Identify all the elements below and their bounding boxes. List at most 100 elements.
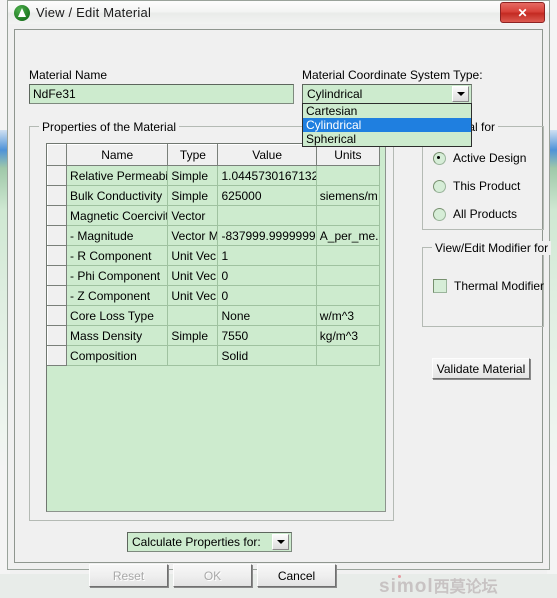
table-column-header-type[interactable]: Type: [168, 145, 218, 166]
cell-type[interactable]: [168, 306, 218, 326]
cell-name[interactable]: - Magnitude: [67, 226, 168, 246]
reset-button[interactable]: Reset: [89, 564, 168, 587]
properties-table-container[interactable]: NameTypeValueUnits Relative Permeabi...S…: [46, 143, 386, 512]
properties-group-title: Properties of the Material: [39, 120, 179, 134]
cell-units[interactable]: [316, 266, 379, 286]
radio-option-all-products[interactable]: All Products: [433, 207, 517, 221]
table-column-header-value[interactable]: Value: [218, 145, 316, 166]
chevron-down-icon-calculate[interactable]: [272, 534, 289, 550]
calculate-properties-combobox[interactable]: Calculate Properties for:: [127, 532, 292, 552]
row-selector-cell[interactable]: [48, 346, 67, 366]
radio-icon-this-product[interactable]: [433, 180, 446, 193]
ok-button[interactable]: OK: [173, 564, 252, 587]
cell-units[interactable]: siemens/m: [316, 186, 379, 206]
coordinate-system-type-combobox[interactable]: Cylindrical: [302, 84, 472, 104]
cell-type[interactable]: Vector M...: [168, 226, 218, 246]
table-row[interactable]: - Phi ComponentUnit Vec...0: [48, 266, 380, 286]
coordinate-system-type-label: Material Coordinate System Type:: [302, 68, 483, 82]
cell-units[interactable]: [316, 286, 379, 306]
cell-units[interactable]: [316, 166, 379, 186]
cell-name[interactable]: Core Loss Type: [67, 306, 168, 326]
cell-units[interactable]: w/m^3: [316, 306, 379, 326]
cell-type[interactable]: Simple: [168, 166, 218, 186]
row-selector-cell[interactable]: [48, 186, 67, 206]
cell-type[interactable]: Simple: [168, 186, 218, 206]
row-selector-cell[interactable]: [48, 206, 67, 226]
cell-type[interactable]: Simple: [168, 326, 218, 346]
cell-type[interactable]: Vector: [168, 206, 218, 226]
cell-units[interactable]: [316, 206, 379, 226]
cell-units[interactable]: [316, 346, 379, 366]
row-selector-cell[interactable]: [48, 326, 67, 346]
row-selector-cell[interactable]: [48, 306, 67, 326]
material-name-input[interactable]: [29, 84, 294, 104]
cell-name[interactable]: Bulk Conductivity: [67, 186, 168, 206]
radio-label-all-products: All Products: [453, 207, 517, 221]
row-selector-cell[interactable]: [48, 246, 67, 266]
table-row[interactable]: - Z ComponentUnit Vec...0: [48, 286, 380, 306]
row-selector-cell[interactable]: [48, 226, 67, 246]
forum-watermark: simol西莫论坛: [379, 573, 498, 598]
cell-type[interactable]: Unit Vec...: [168, 246, 218, 266]
cell-type[interactable]: Unit Vec...: [168, 266, 218, 286]
table-header-row: NameTypeValueUnits: [48, 145, 380, 166]
checkbox-thermal-modifier[interactable]: Thermal Modifier: [433, 279, 544, 293]
radio-option-active-design[interactable]: Active Design: [433, 151, 526, 165]
table-row[interactable]: Bulk ConductivitySimple625000siemens/m: [48, 186, 380, 206]
coordinate-system-type-value: Cylindrical: [303, 87, 452, 101]
checkbox-label-thermal-modifier: Thermal Modifier: [454, 279, 544, 293]
cell-type[interactable]: Unit Vec...: [168, 286, 218, 306]
row-selector-cell[interactable]: [48, 166, 67, 186]
table-row[interactable]: Mass DensitySimple7550kg/m^3: [48, 326, 380, 346]
cell-value[interactable]: 625000: [218, 186, 316, 206]
dropdown-option-cylindrical[interactable]: Cylindrical: [303, 118, 471, 132]
cell-name[interactable]: Mass Density: [67, 326, 168, 346]
cell-type[interactable]: [168, 346, 218, 366]
radio-icon-all-products[interactable]: [433, 208, 446, 221]
table-corner-cell[interactable]: [48, 145, 67, 166]
cell-value[interactable]: [218, 206, 316, 226]
dropdown-option-spherical[interactable]: Spherical: [303, 132, 471, 146]
cell-value[interactable]: 7550: [218, 326, 316, 346]
cell-name[interactable]: - R Component: [67, 246, 168, 266]
table-row[interactable]: Core Loss Type Nonew/m^3: [48, 306, 380, 326]
table-row[interactable]: - MagnitudeVector M...-837999.9999999...…: [48, 226, 380, 246]
title-bar[interactable]: View / Edit Material ✕: [8, 1, 549, 24]
cell-value[interactable]: 1: [218, 246, 316, 266]
cell-units[interactable]: A_per_me...: [316, 226, 379, 246]
cell-value[interactable]: Solid: [218, 346, 316, 366]
coordinate-system-type-dropdown-list[interactable]: CartesianCylindricalSpherical: [302, 103, 472, 147]
cell-value[interactable]: 0: [218, 266, 316, 286]
radio-option-this-product[interactable]: This Product: [433, 179, 520, 193]
cell-name[interactable]: - Phi Component: [67, 266, 168, 286]
cell-value[interactable]: 0: [218, 286, 316, 306]
window-title: View / Edit Material: [36, 5, 151, 20]
row-selector-cell[interactable]: [48, 286, 67, 306]
cell-value[interactable]: 1.0445730167132: [218, 166, 316, 186]
table-row[interactable]: Composition Solid: [48, 346, 380, 366]
table-column-header-units[interactable]: Units: [316, 145, 379, 166]
validate-material-button[interactable]: Validate Material: [432, 358, 530, 379]
radio-icon-active-design[interactable]: [433, 152, 446, 165]
table-row[interactable]: Relative Permeabi...Simple1.044573016713…: [48, 166, 380, 186]
cell-name[interactable]: Magnetic Coercivity: [67, 206, 168, 226]
cell-units[interactable]: kg/m^3: [316, 326, 379, 346]
checkbox-icon-thermal-modifier[interactable]: [433, 279, 447, 293]
close-icon[interactable]: ✕: [500, 2, 545, 23]
radio-label-this-product: This Product: [453, 179, 520, 193]
watermark-dot: [398, 575, 401, 578]
cell-name[interactable]: Relative Permeabi...: [67, 166, 168, 186]
table-row[interactable]: - R ComponentUnit Vec...1: [48, 246, 380, 266]
row-selector-cell[interactable]: [48, 266, 67, 286]
table-row[interactable]: Magnetic CoercivityVector: [48, 206, 380, 226]
table-column-header-name[interactable]: Name: [67, 145, 168, 166]
cell-units[interactable]: [316, 246, 379, 266]
dropdown-option-cartesian[interactable]: Cartesian: [303, 104, 471, 118]
cell-name[interactable]: Composition: [67, 346, 168, 366]
cell-name[interactable]: - Z Component: [67, 286, 168, 306]
watermark-latin: simol: [379, 576, 434, 597]
cell-value[interactable]: None: [218, 306, 316, 326]
chevron-down-icon[interactable]: [452, 86, 469, 102]
cell-value[interactable]: -837999.9999999...: [218, 226, 316, 246]
cancel-button[interactable]: Cancel: [257, 564, 336, 587]
